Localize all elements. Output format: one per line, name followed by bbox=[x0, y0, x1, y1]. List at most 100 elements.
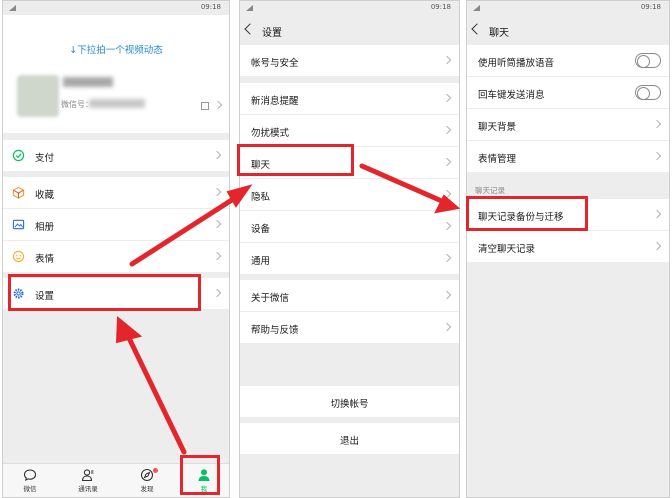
nickname-blurred bbox=[63, 77, 113, 87]
emoji-icon bbox=[12, 250, 25, 263]
status-bar: 09:18 bbox=[3, 1, 229, 15]
tab-chats[interactable]: 微信 bbox=[7, 464, 53, 497]
menu-item-label: 表情 bbox=[35, 254, 55, 265]
album-icon bbox=[12, 219, 25, 230]
chevron-right-icon bbox=[442, 125, 452, 135]
section-label-chat-history: 聊天记录 bbox=[475, 186, 505, 195]
settings-item-label: 勿扰模式 bbox=[251, 128, 290, 139]
settings-item-label: 通用 bbox=[251, 256, 271, 267]
person-icon bbox=[198, 469, 210, 481]
menu-item-settings[interactable]: 设置 bbox=[3, 278, 229, 310]
contacts-icon bbox=[81, 469, 94, 482]
pull-down-hint[interactable]: ↓下拉拍一个视频动态 bbox=[3, 42, 229, 56]
option-label: 清空聊天记录 bbox=[478, 244, 536, 255]
settings-item-label: 帮助与反馈 bbox=[251, 325, 299, 336]
settings-item-help-feedback[interactable]: 帮助与反馈 bbox=[240, 312, 459, 344]
chevron-right-icon bbox=[442, 253, 452, 263]
pay-icon bbox=[12, 149, 25, 162]
back-arrow-icon[interactable] bbox=[471, 23, 483, 35]
chevron-right-icon bbox=[212, 288, 222, 298]
settings-item-general[interactable]: 通用 bbox=[240, 243, 459, 275]
settings-screen: 09:18 设置 帐号与安全 新消息提醒 勿扰模式 聊天 隐私 设备 通用 关于… bbox=[239, 0, 460, 498]
settings-item-label: 聊天 bbox=[251, 160, 271, 171]
chevron-right-icon bbox=[212, 251, 222, 261]
favorites-icon bbox=[12, 186, 25, 199]
page-title: 设置 bbox=[262, 28, 282, 39]
enter-to-send-toggle[interactable] bbox=[635, 85, 661, 100]
tab-label: 通讯录 bbox=[78, 485, 98, 493]
tab-contacts[interactable]: 通讯录 bbox=[65, 464, 111, 497]
me-screen: 09:18 ↓下拉拍一个视频动态 微信号： 支付 收藏 相册 表情 设置 微信 … bbox=[2, 0, 230, 498]
chevron-right-icon bbox=[212, 150, 222, 160]
tab-label: 发现 bbox=[140, 485, 154, 493]
tab-label: 我 bbox=[200, 485, 208, 493]
back-arrow-icon[interactable] bbox=[244, 23, 256, 35]
menu-item-label: 相册 bbox=[35, 222, 55, 233]
settings-item-account-security[interactable]: 帐号与安全 bbox=[240, 45, 459, 77]
tab-label: 微信 bbox=[23, 485, 37, 493]
status-time: 09:18 bbox=[200, 3, 221, 11]
switch-account-button[interactable]: 切换帐号 bbox=[240, 386, 459, 418]
settings-item-chats[interactable]: 聊天 bbox=[240, 147, 459, 179]
chevron-right-icon bbox=[442, 55, 452, 65]
menu-item-emoji[interactable]: 表情 bbox=[3, 241, 229, 273]
compass-icon bbox=[140, 468, 154, 482]
tab-discover[interactable]: 发现 bbox=[124, 464, 170, 497]
settings-item-new-message-alerts[interactable]: 新消息提醒 bbox=[240, 83, 459, 115]
chevron-right-icon bbox=[212, 219, 222, 229]
chevron-right-icon bbox=[652, 209, 662, 219]
status-time: 09:18 bbox=[430, 3, 451, 11]
logout-button[interactable]: 退出 bbox=[240, 423, 459, 455]
chat-bubble-icon bbox=[23, 469, 37, 481]
option-sticker-management[interactable]: 表情管理 bbox=[467, 141, 669, 173]
signal-icon bbox=[473, 5, 480, 11]
nav-bar: 聊天 bbox=[467, 15, 669, 47]
settings-item-label: 新消息提醒 bbox=[251, 96, 299, 107]
chevron-right-icon bbox=[442, 189, 452, 199]
signal-icon bbox=[9, 5, 16, 11]
settings-item-label: 设备 bbox=[251, 224, 271, 235]
settings-item-label: 关于微信 bbox=[251, 293, 290, 304]
chevron-right-icon bbox=[442, 93, 452, 103]
status-bar: 09:18 bbox=[467, 1, 669, 15]
tab-me[interactable]: 我 bbox=[181, 464, 227, 497]
avatar[interactable] bbox=[17, 75, 59, 117]
profile-card[interactable]: ↓下拉拍一个视频动态 微信号： bbox=[3, 15, 229, 133]
option-label: 回车键发送消息 bbox=[478, 90, 545, 101]
page-title: 聊天 bbox=[489, 28, 509, 39]
option-chat-backup-migrate[interactable]: 聊天记录备份与迁移 bbox=[467, 199, 669, 231]
chevron-right-icon bbox=[652, 151, 662, 161]
option-label: 表情管理 bbox=[478, 154, 517, 165]
menu-item-label: 收藏 bbox=[35, 190, 55, 201]
chat-settings-screen: 09:18 聊天 使用听筒播放语音 回车键发送消息 聊天背景 表情管理 聊天记录… bbox=[466, 0, 670, 498]
settings-item-label: 帐号与安全 bbox=[251, 58, 299, 69]
wechat-id-blurred bbox=[89, 99, 145, 108]
settings-item-label: 隐私 bbox=[251, 192, 271, 203]
option-label: 聊天背景 bbox=[478, 122, 517, 133]
settings-item-devices[interactable]: 设备 bbox=[240, 211, 459, 243]
option-chat-background[interactable]: 聊天背景 bbox=[467, 109, 669, 141]
settings-item-about[interactable]: 关于微信 bbox=[240, 280, 459, 312]
option-clear-chat-history[interactable]: 清空聊天记录 bbox=[467, 231, 669, 263]
gear-icon bbox=[13, 288, 24, 299]
signal-icon bbox=[246, 5, 253, 11]
chevron-right-icon bbox=[212, 187, 222, 197]
chevron-right-icon bbox=[652, 119, 662, 129]
menu-item-label: 设置 bbox=[35, 291, 55, 302]
settings-item-do-not-disturb[interactable]: 勿扰模式 bbox=[240, 115, 459, 147]
qr-code-icon[interactable] bbox=[201, 102, 209, 110]
menu-item-favorites[interactable]: 收藏 bbox=[3, 177, 229, 209]
earpiece-toggle[interactable] bbox=[635, 53, 661, 68]
menu-item-pay[interactable]: 支付 bbox=[3, 140, 229, 172]
menu-item-label: 支付 bbox=[35, 153, 55, 164]
status-time: 09:18 bbox=[640, 3, 661, 11]
chevron-right-icon bbox=[652, 241, 662, 251]
chevron-right-icon bbox=[213, 100, 223, 110]
option-earpiece-playback: 使用听筒播放语音 bbox=[467, 45, 669, 77]
settings-item-privacy[interactable]: 隐私 bbox=[240, 179, 459, 211]
option-label: 聊天记录备份与迁移 bbox=[478, 212, 564, 223]
option-enter-to-send: 回车键发送消息 bbox=[467, 77, 669, 109]
switch-account-label: 切换帐号 bbox=[330, 399, 369, 410]
menu-item-album[interactable]: 相册 bbox=[3, 209, 229, 241]
status-bar: 09:18 bbox=[240, 1, 459, 15]
